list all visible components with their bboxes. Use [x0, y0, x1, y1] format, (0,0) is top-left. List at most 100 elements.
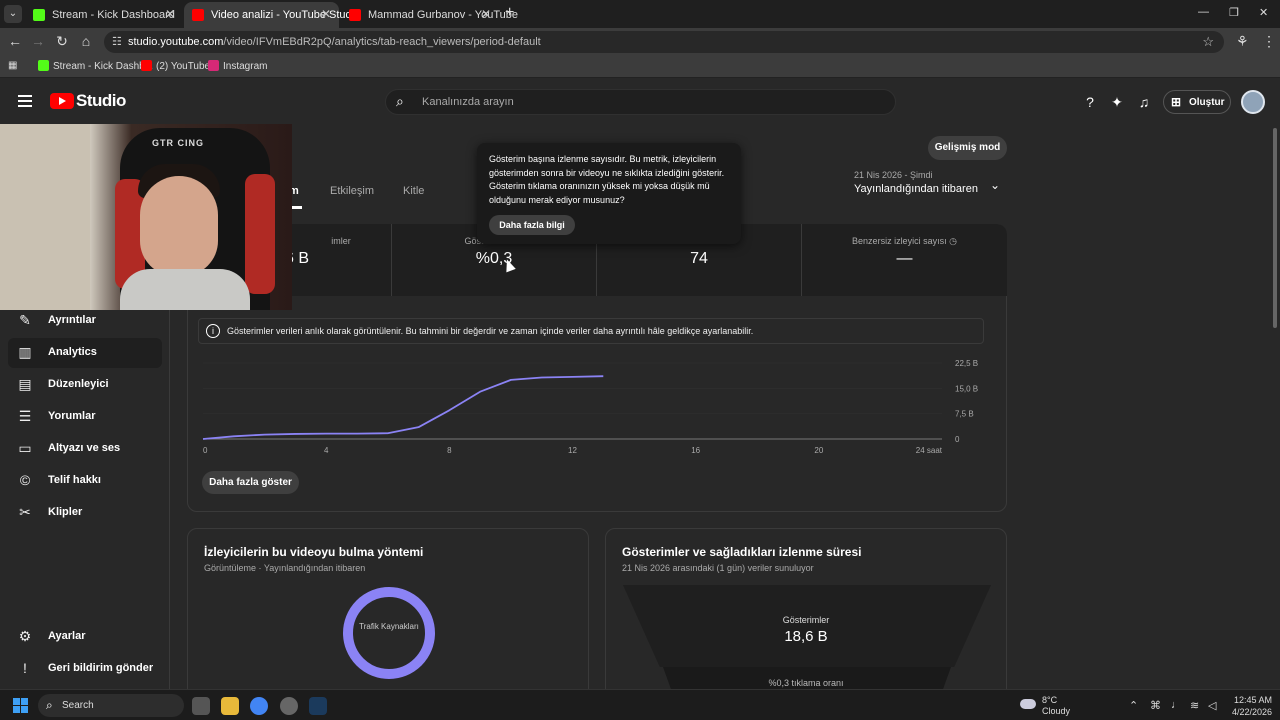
- bookmark-label: (2) YouTube: [156, 61, 211, 72]
- apps-grid-icon[interactable]: ▦: [8, 60, 17, 71]
- close-icon[interactable]: ✕: [321, 7, 331, 21]
- home-icon[interactable]: ⌂: [77, 33, 95, 49]
- sidebar-item-altyaz-ve-ses[interactable]: ▭ Altyazı ve ses: [8, 434, 162, 464]
- help-icon[interactable]: ?: [1081, 94, 1099, 110]
- menu-dots-icon[interactable]: ⋮: [1262, 33, 1276, 50]
- sidebar-item-yorumlar[interactable]: ☰ Yorumlar: [8, 402, 162, 432]
- metric-value: %0,3: [475, 250, 513, 267]
- tab-title: Mammad Gurbanov - YouTube: [368, 9, 519, 21]
- sidebar-item-d-zenleyici[interactable]: ▤ Düzenleyici: [8, 370, 162, 400]
- card-subtitle: 21 Nis 2026 arasındaki (1 gün) veriler s…: [622, 563, 814, 573]
- webcam-chair-accent: [245, 174, 275, 294]
- sidebar-item-label: Klipler: [48, 506, 83, 518]
- windows-taskbar: ⌕ Search 8°C Cloudy ⌃ ⌘ ♩ ≋ ◁ 12:45 AM 4…: [0, 689, 1280, 720]
- funnel-impressions-label: Gösterimler: [782, 615, 830, 625]
- analytics-icon: ▥: [18, 344, 32, 360]
- chevron-down-icon[interactable]: ⌄: [990, 178, 1000, 192]
- weather-temp: 8°C: [1042, 695, 1058, 705]
- site-info-icon[interactable]: ☷: [112, 35, 122, 48]
- advanced-mode-button[interactable]: Gelişmiş mod: [928, 136, 1007, 160]
- metric-value: —: [896, 250, 913, 267]
- page-scrollbar[interactable]: [1272, 128, 1278, 688]
- webcam-wall: [0, 124, 90, 310]
- webcam-overlay: GTR CING: [0, 124, 292, 310]
- date-range-dates[interactable]: 21 Nis 2026 - Şimdi: [854, 170, 933, 180]
- wifi-icon[interactable]: ≋: [1190, 699, 1199, 712]
- chrome-icon[interactable]: [250, 697, 268, 715]
- show-more-button[interactable]: Daha fazla göster: [202, 471, 299, 494]
- tab-search-icon[interactable]: ⌄: [4, 5, 22, 23]
- chevron-up-icon[interactable]: ⌃: [1129, 699, 1138, 712]
- chart-series-line[interactable]: [202, 375, 604, 440]
- url-field[interactable]: ☷ studio.youtube.com/video/IFVmEBdR2pQ/a…: [104, 31, 1224, 53]
- search-icon: ⌕: [46, 698, 53, 712]
- microphone-icon[interactable]: ♩: [1171, 699, 1182, 711]
- avatar[interactable]: [1241, 90, 1265, 114]
- bookmark-instagram[interactable]: Instagram: [208, 60, 267, 72]
- taskbar-clock[interactable]: 12:45 AM 4/22/2026: [1224, 694, 1272, 718]
- chart-y-tick: 15,0 B: [955, 384, 978, 393]
- bookmark-kick[interactable]: Stream - Kick Dashb...: [38, 60, 153, 72]
- feedback-icon: !: [23, 660, 27, 676]
- file-explorer-icon[interactable]: [221, 697, 239, 715]
- date-range-select[interactable]: Yayınlandığından itibaren: [854, 183, 978, 195]
- tab-title: Video analizi - YouTube Studio: [211, 9, 361, 21]
- network-icon[interactable]: ⌘: [1150, 699, 1161, 712]
- steam-icon[interactable]: [309, 697, 327, 715]
- sidebar-bottom-item-0[interactable]: ⚙ Ayarlar: [8, 622, 162, 652]
- back-icon[interactable]: ←: [6, 33, 24, 49]
- notifications-bell-icon[interactable]: ♫: [1135, 94, 1153, 110]
- channel-search[interactable]: ⌕ Kanalınızda arayın: [385, 89, 896, 115]
- traffic-donut-chart[interactable]: Trafik Kaynakları: [343, 587, 435, 679]
- create-button[interactable]: ⊞ Oluştur: [1163, 90, 1231, 114]
- bookmark-youtube[interactable]: (2) YouTube: [141, 60, 210, 72]
- scrollbar-thumb[interactable]: [1273, 128, 1277, 328]
- youtube-logo-icon[interactable]: [50, 93, 74, 109]
- sidebar-item-ayr-nt-lar[interactable]: ✎ Ayrıntılar: [8, 306, 162, 336]
- webcam-person: [140, 176, 218, 276]
- sidebar-item-telif-hakk-[interactable]: © Telif hakkı: [8, 466, 162, 496]
- restore-icon[interactable]: ❐: [1229, 6, 1239, 19]
- hamburger-menu-icon[interactable]: [18, 95, 32, 107]
- forward-icon[interactable]: →: [29, 33, 47, 49]
- volume-icon[interactable]: ◁: [1208, 699, 1216, 712]
- sidebar-item-analytics[interactable]: ▥ Analytics: [8, 338, 162, 368]
- webcam-body: [120, 269, 250, 310]
- reload-icon[interactable]: ↻: [53, 33, 71, 50]
- taskbar-search[interactable]: ⌕ Search: [38, 694, 184, 717]
- cloud-icon: [1020, 699, 1036, 709]
- studio-logo-text[interactable]: Studio: [76, 91, 126, 111]
- task-view-icon[interactable]: [192, 697, 210, 715]
- tab-audience[interactable]: Kitle: [403, 185, 424, 197]
- obs-icon[interactable]: [280, 697, 298, 715]
- funnel-impressions-value: 18,6 B: [784, 628, 828, 645]
- tab-studio[interactable]: Video analizi - YouTube Studio ✕: [184, 2, 360, 28]
- card-title: Gösterimler ve sağladıkları izlenme süre…: [622, 545, 862, 559]
- sparkle-icon[interactable]: ✦: [1108, 94, 1126, 111]
- metric-unique-viewers[interactable]: Benzersiz izleyici sayısı ◷ —: [802, 224, 1007, 296]
- search-placeholder: Kanalınızda arayın: [422, 96, 514, 108]
- close-icon[interactable]: ✕: [165, 7, 175, 21]
- close-icon[interactable]: ✕: [481, 7, 491, 21]
- info-icon: i: [206, 324, 220, 338]
- new-tab-icon[interactable]: +: [505, 4, 514, 22]
- learn-more-button[interactable]: Daha fazla bilgi: [489, 215, 575, 235]
- sidebar-bottom-item-1[interactable]: ! Geri bildirim gönder: [8, 654, 162, 684]
- tab-channel[interactable]: Mammad Gurbanov - YouTube ✕: [341, 2, 518, 28]
- sidebar-item-label: Ayarlar: [48, 630, 86, 642]
- window-close-icon[interactable]: ✕: [1259, 6, 1268, 19]
- sidebar-item-label: Düzenleyici: [48, 378, 109, 390]
- chart-x-tick: 24 saat: [916, 446, 943, 455]
- windows-start-icon[interactable]: [13, 698, 29, 714]
- bookmark-star-icon[interactable]: ☆: [1202, 34, 1214, 50]
- chart-y-tick: 7,5 B: [955, 410, 974, 419]
- tab-engagement[interactable]: Etkileşim: [330, 185, 374, 197]
- url-text: studio.youtube.com/video/IFVmEBdR2pQ/ana…: [128, 36, 541, 48]
- sidebar-item-klipler[interactable]: ✂ Klipler: [8, 498, 162, 528]
- extension-icon[interactable]: ⚘: [1236, 33, 1249, 50]
- bookmark-label: Stream - Kick Dashb...: [53, 61, 154, 72]
- minimize-icon[interactable]: —: [1198, 6, 1209, 18]
- sidebar-item-label: Geri bildirim gönder: [48, 662, 154, 674]
- browser-tab-bar: ⌄ Stream - Kick Dashboard ✕ Video analiz…: [0, 0, 1280, 28]
- tab-kick-dashboard[interactable]: Stream - Kick Dashboard ✕: [25, 2, 183, 28]
